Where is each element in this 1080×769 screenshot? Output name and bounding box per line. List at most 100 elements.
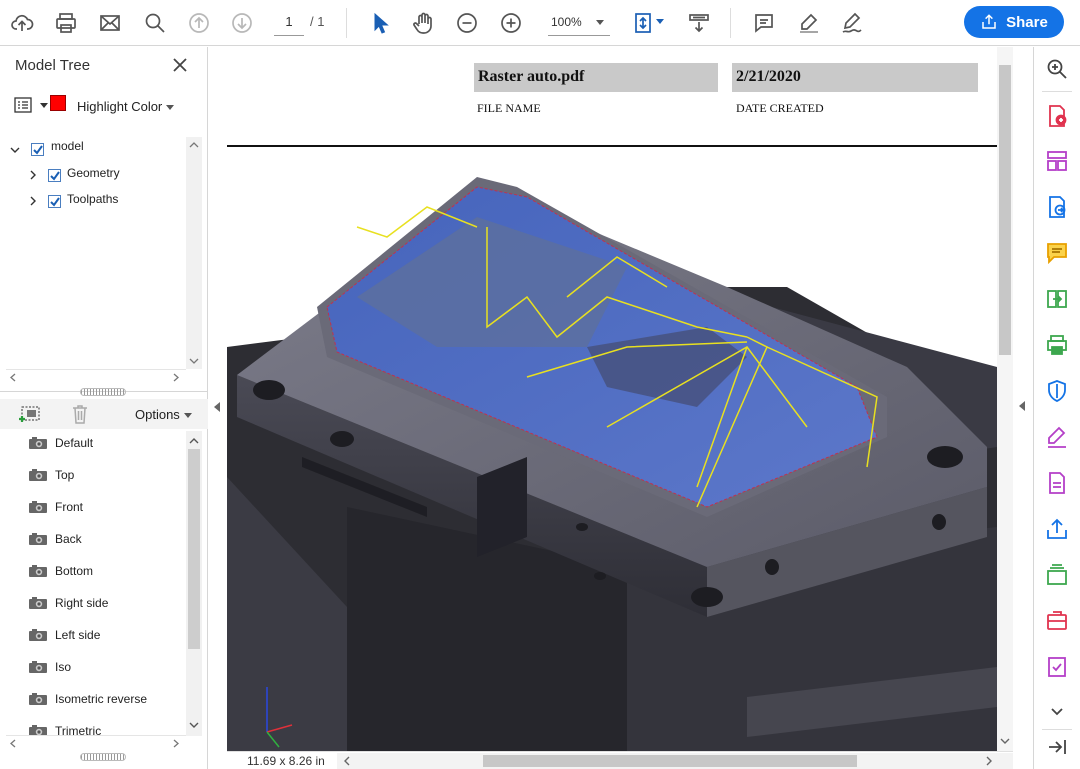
tree-checkbox[interactable] <box>48 169 61 182</box>
options-menu[interactable]: Options <box>135 407 180 422</box>
search-zoom-icon[interactable] <box>141 9 169 37</box>
protect-shield-icon[interactable] <box>1045 379 1069 403</box>
chevron-up-icon[interactable] <box>189 141 199 149</box>
chevron-left-icon[interactable] <box>9 373 17 382</box>
chevron-left-icon[interactable] <box>9 739 17 748</box>
fit-page-icon[interactable] <box>630 9 658 37</box>
select-arrow-icon[interactable] <box>365 9 393 37</box>
file-name-value: Raster auto.pdf <box>474 63 718 92</box>
tree-scrollbar[interactable] <box>186 137 202 369</box>
zoom-level-select[interactable]: 100% <box>548 10 610 36</box>
scroll-mode-icon[interactable] <box>685 9 713 37</box>
chevron-down-icon[interactable] <box>189 357 199 365</box>
checklist-icon[interactable] <box>1045 655 1069 679</box>
add-view-icon[interactable] <box>18 403 42 425</box>
chevron-down-icon[interactable] <box>656 19 664 24</box>
model-tree-panel: Model Tree Highlight Color model Geometr… <box>0 47 208 769</box>
tree-h-scrollbar[interactable] <box>6 369 186 383</box>
chevron-right-icon[interactable] <box>172 739 180 748</box>
upload-cloud-icon[interactable] <box>8 9 36 37</box>
collapse-left-panel-icon[interactable] <box>214 402 220 412</box>
share-button[interactable]: Share <box>964 6 1064 38</box>
page-size-label: 11.69 x 8.26 in <box>247 754 325 768</box>
camera-icon <box>29 565 47 577</box>
compare-icon[interactable] <box>1045 287 1069 311</box>
comment-tool-icon[interactable] <box>1045 241 1069 265</box>
views-list: Default Top Front Back Bottom Right side… <box>0 431 186 736</box>
highlight-color-row: Highlight Color <box>14 95 204 117</box>
toolbar-divider <box>730 8 731 38</box>
splitter-handle[interactable] <box>80 388 126 396</box>
date-created-label: DATE CREATED <box>736 101 824 115</box>
send-upload-icon[interactable] <box>1045 517 1069 541</box>
document-v-scrollbar[interactable] <box>997 47 1013 751</box>
print-icon[interactable] <box>52 9 80 37</box>
page-number-input[interactable]: 1 <box>274 10 304 36</box>
document-page[interactable]: Raster auto.pdf 2/21/2020 FILE NAME DATE… <box>227 47 997 751</box>
highlight-color-label[interactable]: Highlight Color <box>77 99 162 114</box>
cad-model-3d-view[interactable] <box>227 147 997 751</box>
print-production-icon[interactable] <box>1045 333 1069 357</box>
camera-icon <box>29 469 47 481</box>
comment-icon[interactable] <box>750 9 778 37</box>
chevron-down-icon[interactable] <box>184 413 192 418</box>
chevron-right-icon[interactable] <box>27 195 39 207</box>
list-options-icon[interactable] <box>14 97 32 113</box>
tree-node-geometry[interactable]: Geometry <box>67 164 120 182</box>
chevron-down-icon <box>596 20 604 25</box>
chevron-right-icon[interactable] <box>27 169 39 181</box>
scrollbar-thumb[interactable] <box>483 755 857 767</box>
export-pdf-icon[interactable] <box>1045 195 1069 219</box>
divider <box>1042 91 1072 92</box>
highlight-pen-icon[interactable] <box>795 9 823 37</box>
views-scrollbar[interactable] <box>186 431 202 736</box>
delete-trash-icon[interactable] <box>70 403 90 425</box>
camera-icon <box>29 533 47 545</box>
camera-icon <box>29 661 47 673</box>
document-h-scrollbar[interactable] <box>337 753 1013 769</box>
camera-icon <box>29 501 47 513</box>
document-status-bar: 11.69 x 8.26 in <box>227 751 1013 769</box>
chevron-left-icon[interactable] <box>343 756 351 766</box>
chevron-right-icon[interactable] <box>172 373 180 382</box>
camera-icon <box>29 597 47 609</box>
organize-pages-icon[interactable] <box>1045 149 1069 173</box>
panel-title: Model Tree <box>15 57 91 74</box>
chevron-down-icon[interactable] <box>40 103 48 108</box>
chevron-up-icon[interactable] <box>189 437 199 445</box>
edit-pdf-icon[interactable] <box>1045 471 1069 495</box>
views-h-scrollbar[interactable] <box>6 735 186 749</box>
chevron-down-icon[interactable] <box>166 105 174 110</box>
expand-tools-pane-icon[interactable] <box>1019 401 1025 411</box>
scan-ocr-icon[interactable] <box>1045 609 1069 633</box>
zoom-in-icon[interactable] <box>497 9 525 37</box>
chevron-down-icon[interactable] <box>189 721 199 729</box>
zoom-out-icon[interactable] <box>453 9 481 37</box>
page-total: / 1 <box>310 14 325 29</box>
scrollbar-thumb[interactable] <box>999 65 1011 355</box>
tree-node-model[interactable]: model <box>51 137 84 155</box>
camera-icon <box>29 693 47 705</box>
scrollbar-thumb[interactable] <box>188 449 200 649</box>
chevron-down-icon[interactable] <box>9 144 21 156</box>
page-down-icon[interactable] <box>228 9 256 37</box>
collapse-pane-icon[interactable] <box>1045 735 1069 759</box>
tree-checkbox[interactable] <box>31 143 44 156</box>
chevron-down-icon[interactable] <box>1000 737 1010 745</box>
email-icon[interactable] <box>96 9 124 37</box>
sign-icon[interactable] <box>838 9 866 37</box>
close-icon[interactable] <box>172 57 188 73</box>
tools-pane <box>1033 47 1080 769</box>
hand-icon[interactable] <box>409 9 437 37</box>
tree-checkbox[interactable] <box>48 195 61 208</box>
combine-files-icon[interactable] <box>1045 563 1069 587</box>
splitter-handle[interactable] <box>80 753 126 761</box>
fill-sign-icon[interactable] <box>1045 425 1069 449</box>
chevron-down-icon[interactable] <box>1045 699 1069 723</box>
tree-node-toolpaths[interactable]: Toolpaths <box>67 190 118 208</box>
highlight-color-swatch[interactable] <box>50 95 66 111</box>
create-pdf-icon[interactable] <box>1045 104 1069 128</box>
chevron-right-icon[interactable] <box>985 756 993 766</box>
search-zoom-icon[interactable] <box>1045 57 1069 81</box>
page-up-icon[interactable] <box>185 9 213 37</box>
